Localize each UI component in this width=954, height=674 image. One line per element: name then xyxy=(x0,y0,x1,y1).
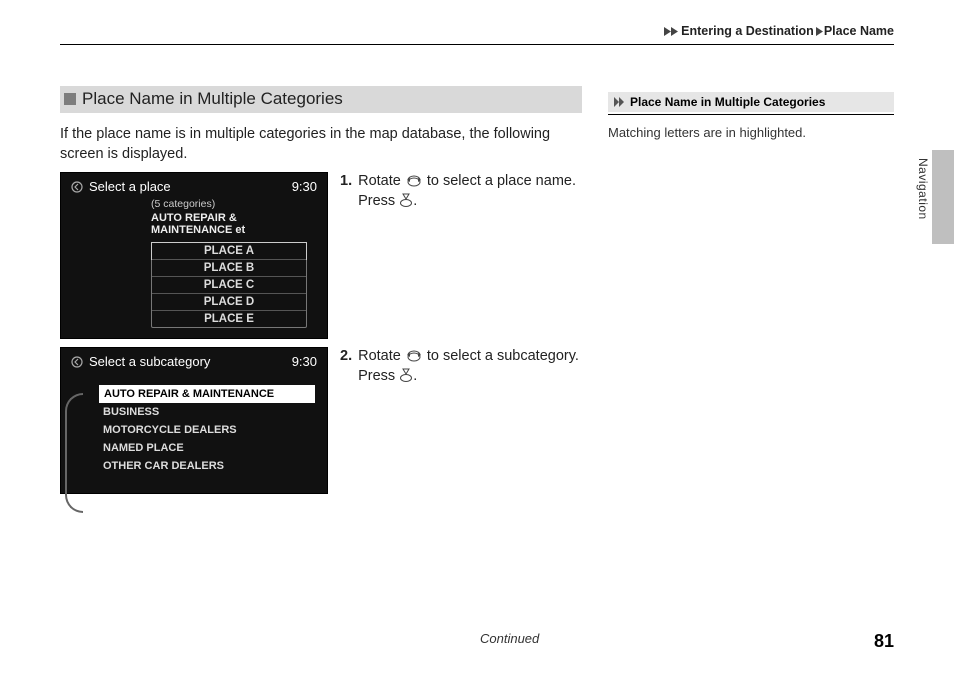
breadcrumb-seg: Entering a Destination xyxy=(681,24,814,38)
double-chevron-right-icon xyxy=(614,97,626,107)
divider xyxy=(608,114,894,115)
step-text: Press xyxy=(358,368,399,384)
press-dial-icon xyxy=(399,192,413,208)
page-number: 81 xyxy=(874,631,894,652)
screen-title: Select a subcategory xyxy=(89,354,210,369)
list-item[interactable]: PLACE C xyxy=(152,276,306,293)
section-title: Place Name in Multiple Categories xyxy=(82,89,343,109)
back-icon xyxy=(71,181,83,193)
side-note: Matching letters are in highlighted. xyxy=(608,125,894,140)
continued-label: Continued xyxy=(480,631,539,646)
thumb-tab xyxy=(932,150,954,244)
intro-text: If the place name is in multiple categor… xyxy=(60,125,582,164)
main-column: Place Name in Multiple Categories If the… xyxy=(60,86,582,494)
list-item[interactable]: MOTORCYCLE DEALERS xyxy=(99,421,315,439)
category-count: (5 categories) xyxy=(61,198,327,212)
step-number: 1. xyxy=(340,172,352,211)
breadcrumb: Entering a Destination Place Name xyxy=(664,24,894,38)
press-dial-icon xyxy=(399,367,413,383)
step-text: Rotate xyxy=(358,173,405,189)
rotate-dial-icon xyxy=(405,174,423,188)
side-column: Place Name in Multiple Categories Matchi… xyxy=(608,92,894,140)
step-text: Rotate xyxy=(358,348,405,364)
rotate-dial-icon xyxy=(405,349,423,363)
list-item[interactable]: OTHER CAR DEALERS xyxy=(99,457,315,475)
triangle-right-icon xyxy=(816,27,823,36)
section-tab-label: Navigation xyxy=(916,158,930,220)
back-icon xyxy=(71,356,83,368)
step-text: Press xyxy=(358,193,399,209)
step-text: to select a subcategory. xyxy=(423,348,579,364)
triangle-right-icon xyxy=(671,27,678,36)
place-list: PLACE A PLACE B PLACE C PLACE D PLACE E xyxy=(151,242,307,328)
section-heading: Place Name in Multiple Categories xyxy=(60,86,582,113)
category-line: AUTO REPAIR & MAINTENANCE et xyxy=(61,212,327,242)
side-heading: Place Name in Multiple Categories xyxy=(608,92,894,112)
list-item[interactable]: BUSINESS xyxy=(99,403,315,421)
square-bullet-icon xyxy=(64,93,76,105)
step-text: to select a place name. xyxy=(423,173,576,189)
list-item[interactable]: PLACE E xyxy=(152,310,306,327)
divider xyxy=(60,44,894,45)
screenshot-select-place: Select a place 9:30 (5 categories) AUTO … xyxy=(60,172,328,339)
list-item[interactable]: PLACE A xyxy=(151,242,307,260)
step-1: 1. Rotate to select a place name. Press … xyxy=(340,172,582,339)
screenshot-select-subcategory: Select a subcategory 9:30 AUTO REPAIR & … xyxy=(60,347,328,494)
clock: 9:30 xyxy=(292,179,317,194)
step-text: . xyxy=(413,368,417,384)
scroll-arc-icon xyxy=(65,393,83,513)
list-item[interactable]: NAMED PLACE xyxy=(99,439,315,457)
triangle-right-icon xyxy=(664,27,671,36)
clock: 9:30 xyxy=(292,354,317,369)
breadcrumb-seg: Place Name xyxy=(824,24,894,38)
step-2: 2. Rotate to select a subcategory. Press… xyxy=(340,347,582,494)
step-number: 2. xyxy=(340,347,352,386)
subcategory-list: AUTO REPAIR & MAINTENANCE BUSINESS MOTOR… xyxy=(99,385,315,475)
list-item[interactable]: AUTO REPAIR & MAINTENANCE xyxy=(99,385,315,403)
step-text: . xyxy=(413,193,417,209)
screen-title: Select a place xyxy=(89,179,171,194)
side-title: Place Name in Multiple Categories xyxy=(630,95,825,109)
list-item[interactable]: PLACE D xyxy=(152,293,306,310)
list-item[interactable]: PLACE B xyxy=(152,259,306,276)
